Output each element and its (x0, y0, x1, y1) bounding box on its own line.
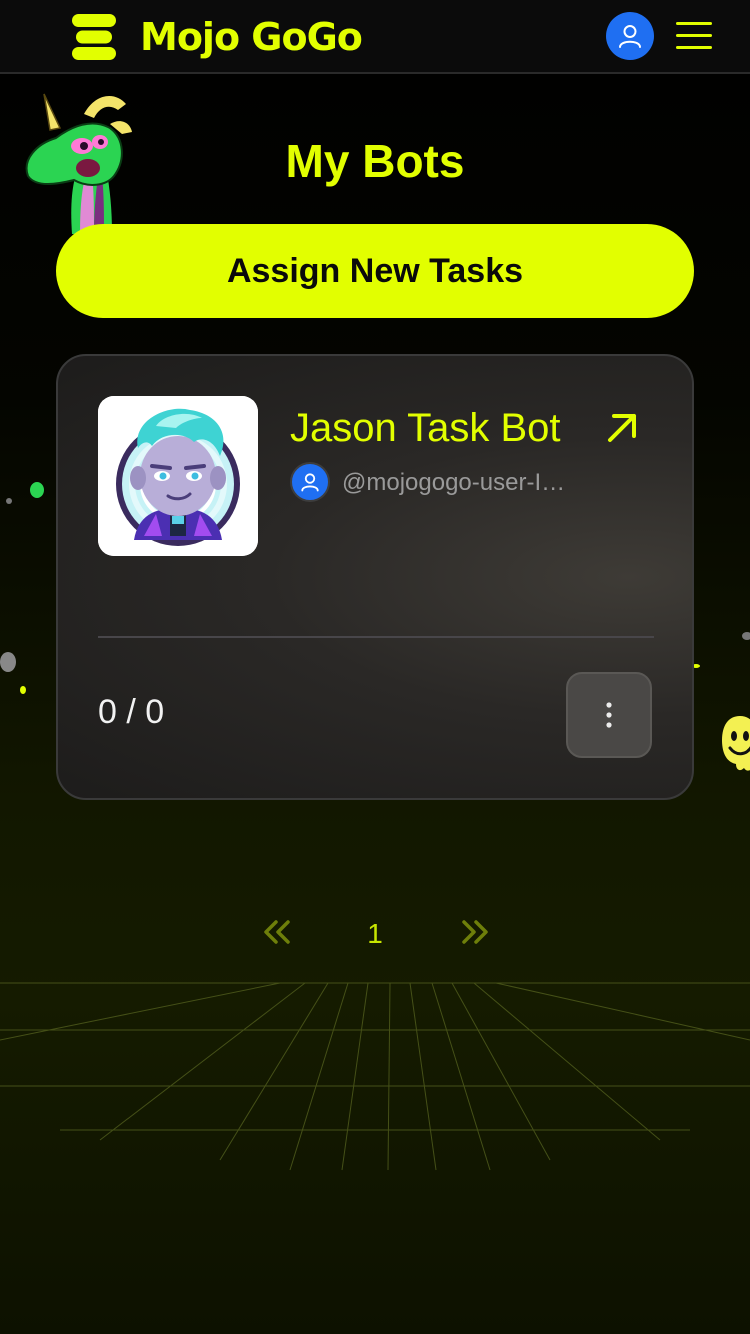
more-options-button[interactable] (566, 672, 652, 758)
assign-new-tasks-button[interactable]: Assign New Tasks (56, 224, 694, 318)
user-icon (301, 473, 319, 492)
decorative-dot (0, 652, 16, 672)
next-page-icon[interactable] (460, 914, 492, 950)
decorative-dot (742, 632, 750, 640)
card-divider (98, 636, 654, 638)
user-icon (619, 25, 641, 48)
decorative-grid-floor (0, 982, 750, 1171)
task-count: 0 / 0 (98, 693, 165, 731)
previous-page-icon[interactable] (260, 914, 292, 950)
open-external-arrow-icon[interactable] (602, 408, 642, 448)
decorative-dot (6, 498, 12, 504)
top-header: Mojo GoGo (0, 0, 750, 74)
robot-avatar-icon (98, 396, 258, 556)
brand-name[interactable]: Mojo GoGo (140, 14, 363, 60)
account-button[interactable] (606, 12, 654, 60)
bot-name[interactable]: Jason Task Bot (290, 404, 561, 452)
bot-avatar (98, 396, 258, 556)
pagination: 1 (0, 908, 750, 958)
page-title: My Bots (285, 135, 465, 187)
smiley-mascot-icon (722, 716, 750, 771)
current-page-number[interactable]: 1 (355, 912, 395, 956)
decorative-dot (30, 482, 44, 498)
vertical-dots-icon (606, 702, 612, 728)
decorative-dot (20, 686, 26, 694)
owner-handle: @mojogogo-user-IG… (342, 469, 582, 496)
bot-card: Jason Task Bot @mojogogo-user-IG… 0 / 0 (56, 354, 694, 800)
logo-icon[interactable] (70, 14, 118, 60)
hamburger-menu-icon[interactable] (674, 18, 714, 54)
owner-avatar (290, 462, 330, 502)
